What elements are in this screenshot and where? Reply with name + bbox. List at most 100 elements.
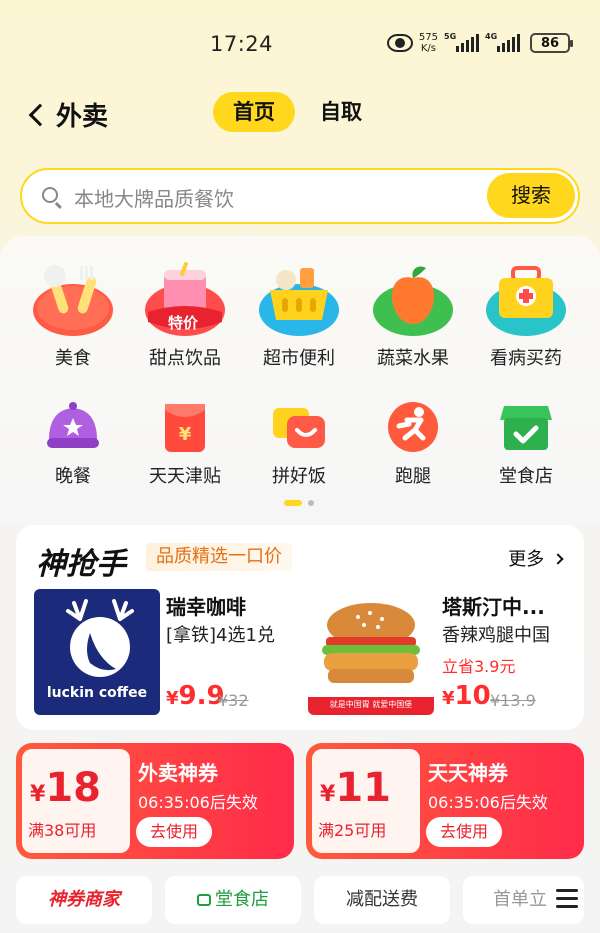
search-icon [42,187,58,203]
category-food[interactable]: 美食 [18,262,128,370]
category-dine-in[interactable]: 堂食店 [471,400,581,488]
flash-deal-title: 神抢手 [36,547,126,582]
search-button[interactable]: 搜索 [487,173,575,218]
fruit-icon [370,262,456,336]
coupon-value: 18 [45,765,101,811]
medicine-box-icon [483,262,569,336]
page-dot [308,500,314,506]
signal-5g-icon: 5G [444,32,479,52]
sim2-tag: 4G [485,32,498,41]
coupon-value: 11 [335,765,391,811]
filter-dine-in[interactable]: 堂食店 [165,876,301,924]
page-indicator [284,500,314,506]
red-envelope-icon: ¥ [157,400,213,454]
network-speed-unit: K/s [420,43,437,54]
filter-label: 堂食店 [215,889,269,910]
coupon-amount: ¥11 [320,765,391,811]
status-icons: 575 K/s 5G 4G 86 [386,32,573,54]
coupon-card[interactable]: ¥18 满38可用 外卖神券 06:35:06后失效 去使用 [16,743,294,859]
header: 外卖 首页 自取 [0,88,600,140]
filter-reduced-delivery[interactable]: 减配送费 [314,876,450,924]
category-label: 美食 [55,348,91,369]
battery-icon: 86 [530,33,573,53]
more-label: 更多 [508,549,545,570]
flash-deal-subtitle: 品质精选一口价 [146,543,292,571]
sim1-tag: 5G [444,32,457,41]
page-dot-active [284,500,302,506]
tab-pickup[interactable]: 自取 [300,92,382,132]
network-speed: 575 K/s [419,32,438,54]
category-label: 看病买药 [490,348,562,369]
luckin-product-image[interactable]: luckin coffee [34,589,160,715]
category-label: 堂食店 [499,466,553,487]
category-fruit-veg[interactable]: 蔬菜水果 [358,262,468,370]
store-icon [498,400,554,454]
shopping-basket-icon [256,262,342,336]
coupon-currency: ¥ [30,782,46,807]
tab-home[interactable]: 首页 [213,92,295,132]
coupon-title: 天天神券 [428,761,508,785]
filter-coupon-merchants[interactable]: 神券商家 [16,876,152,924]
category-daily-subsidy[interactable]: ¥ 天天津贴 [130,400,240,488]
burger-product-image[interactable]: 就是中国胃 就爱中国堡 [308,589,434,715]
menu-icon[interactable] [556,889,578,909]
product-price: ¥10 [442,681,491,711]
category-label: 天天津贴 [149,466,221,487]
category-medicine[interactable]: 看病买药 [471,262,581,370]
coupon-timer: 06:35:06后失效 [428,793,548,812]
chevron-right-icon [552,553,564,565]
network-speed-value: 575 [418,32,438,43]
drink-cup-icon: 特价 [142,261,228,336]
battery-level: 86 [540,35,560,51]
product-original-price: ¥32 [218,691,249,710]
category-label: 甜点饮品 [149,348,221,369]
coupon-title: 外卖神券 [138,761,218,785]
coupon-currency: ¥ [320,782,336,807]
price-currency: ¥ [166,688,179,709]
price-value: 10 [454,681,491,711]
coupon-condition: 满38可用 [28,821,97,840]
category-label: 蔬菜水果 [377,348,449,369]
more-link[interactable]: 更多 [508,545,564,571]
fork-spoon-icon [30,262,116,336]
store-icon [197,894,211,906]
category-group-meal[interactable]: 拼好饭 [244,400,354,488]
status-time: 17:24 [210,32,274,56]
back-button[interactable]: 外卖 [24,96,108,133]
coupon-condition: 满25可用 [318,821,387,840]
category-dessert-drinks[interactable]: 特价 甜点饮品 [130,261,240,370]
svg-text:¥: ¥ [179,424,192,445]
product-desc: [拿铁]4选1兑 [166,625,275,646]
product-desc: 香辣鸡腿中国 [442,625,550,646]
flash-deal-card: 神抢手 品质精选一口价 更多 luckin coffee 瑞幸咖啡 [拿铁]4选… [16,525,584,730]
product-name[interactable]: 塔斯汀中... [442,591,545,620]
product-name[interactable]: 瑞幸咖啡 [166,591,246,620]
price-currency: ¥ [442,688,455,709]
runner-icon [385,400,441,454]
coupon-card[interactable]: ¥11 满25可用 天天神券 06:35:06后失效 去使用 [306,743,584,859]
category-label: 晚餐 [55,466,91,487]
status-bar: 17:24 575 K/s 5G 4G 86 [0,0,600,88]
chevron-left-icon [28,103,52,126]
search-input[interactable]: 本地大牌品质餐饮 [74,183,234,212]
category-supermarket[interactable]: 超市便利 [244,262,354,370]
category-badge: 特价 [168,314,199,332]
page-title: 外卖 [56,102,109,132]
use-coupon-button[interactable]: 去使用 [136,817,213,847]
category-errand[interactable]: 跑腿 [358,400,468,488]
category-dinner[interactable]: 晚餐 [18,400,128,488]
search-bar[interactable]: 本地大牌品质餐饮 搜索 [20,168,580,224]
signal-4g-icon: 4G [485,32,520,52]
dinner-cloche-icon [45,400,101,454]
product-price: ¥9.9 [166,681,225,711]
smile-box-icon [271,400,327,454]
burger-banner-text: 就是中国胃 就爱中国堡 [329,700,413,709]
eye-icon [386,34,413,52]
burger-icon [308,603,434,715]
luckin-brand-text: luckin coffee [46,685,148,701]
use-coupon-button[interactable]: 去使用 [426,817,503,847]
coupon-timer: 06:35:06后失效 [138,793,258,812]
category-label: 拼好饭 [272,466,326,487]
category-label: 超市便利 [263,348,335,369]
product-savings: 立省3.9元 [442,657,516,676]
